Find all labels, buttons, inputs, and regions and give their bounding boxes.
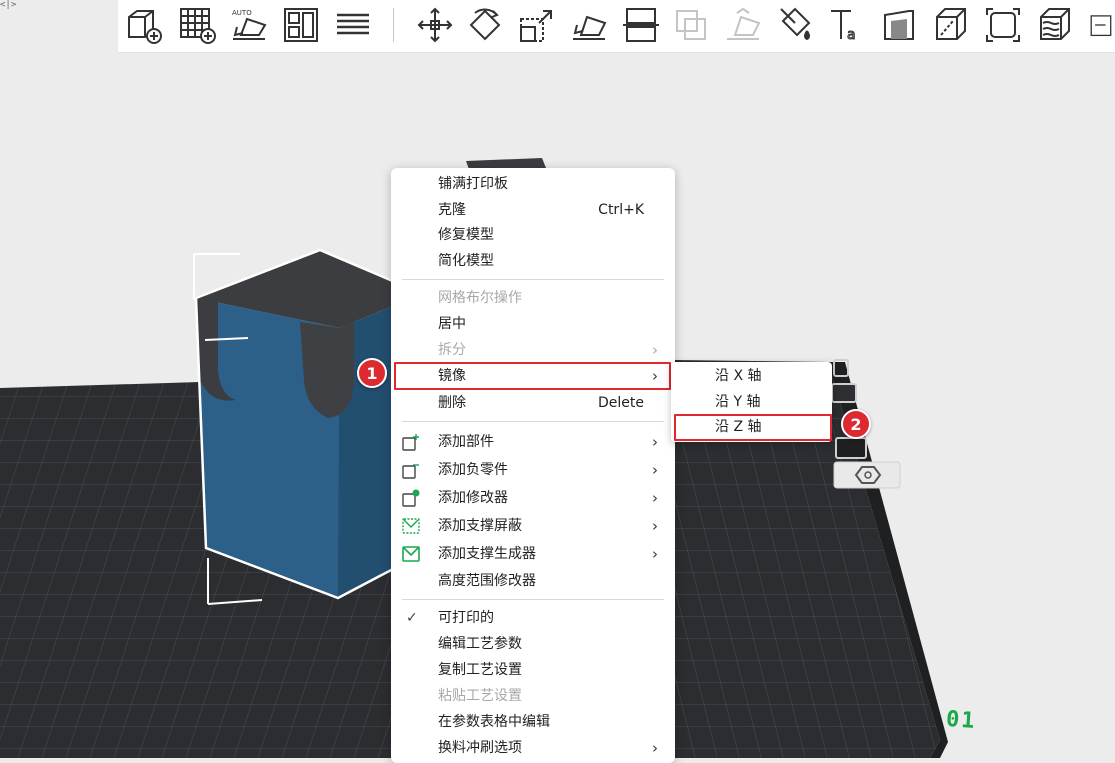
menu-item-add-modifier[interactable]: 添加修改器 › — [391, 486, 675, 510]
chevron-right-icon: › — [652, 739, 658, 757]
menu-item-printable[interactable]: ✓ 可打印的 — [391, 606, 675, 630]
menu-separator — [402, 421, 664, 422]
toolbar-divider — [393, 8, 394, 42]
auto-orient-icon[interactable]: AUTO — [228, 4, 270, 46]
boolean-icon[interactable] — [670, 4, 712, 46]
menu-item-add-support-blocker[interactable]: 添加支撑屏蔽 › — [391, 514, 675, 538]
menu-item-height-range-modifier[interactable]: 高度范围修改器 — [391, 569, 675, 593]
menu-item-label: 居中 — [438, 316, 466, 332]
check-icon: ✓ — [406, 610, 418, 626]
submenu-item-mirror-x[interactable]: 沿 X 轴 — [671, 364, 832, 389]
menu-item-label: 网格布尔操作 — [438, 290, 522, 306]
menu-item-split[interactable]: 拆分 › — [391, 338, 675, 362]
menu-item-label: 可打印的 — [438, 610, 494, 626]
add-negative-part-icon — [402, 461, 420, 479]
text-tool-icon[interactable]: a — [826, 4, 868, 46]
menu-item-label: 换料冲刷选项 — [438, 740, 522, 756]
mirror-z-highlight-box — [674, 414, 832, 441]
cut-icon[interactable] — [620, 4, 662, 46]
support-enforcer-icon — [402, 545, 420, 563]
menu-item-repair-model[interactable]: 修复模型 — [391, 223, 675, 247]
menu-item-label: 高度范围修改器 — [438, 573, 536, 589]
collapse-toggle-icon[interactable]: <|> — [0, 0, 16, 10]
add-part-icon — [402, 433, 420, 451]
menu-item-label: 粘贴工艺设置 — [438, 688, 522, 704]
menu-item-label: 添加负零件 — [438, 462, 508, 478]
menu-separator — [402, 279, 664, 280]
menu-item-add-support-enforcer[interactable]: 添加支撑生成器 › — [391, 542, 675, 566]
chevron-right-icon: › — [652, 517, 658, 535]
add-plate-icon[interactable] — [176, 4, 218, 46]
menu-item-label: 铺满打印板 — [438, 176, 508, 192]
submenu-item-label: 沿 X 轴 — [715, 368, 762, 384]
context-menu: 铺满打印板 克隆 Ctrl+K 修复模型 简化模型 网格布尔操作 居中 拆分 ›… — [391, 168, 675, 763]
variable-layer-icon[interactable] — [1034, 4, 1076, 46]
menu-item-edit-process-params[interactable]: 编辑工艺参数 — [391, 632, 675, 656]
menu-item-add-part[interactable]: 添加部件 › — [391, 430, 675, 454]
layers-list-icon[interactable] — [332, 4, 374, 46]
menu-item-center[interactable]: 居中 — [391, 312, 675, 336]
menu-item-paste-process-settings[interactable]: 粘贴工艺设置 — [391, 684, 675, 708]
add-modifier-icon — [402, 489, 420, 507]
menu-item-simplify-model[interactable]: 简化模型 — [391, 249, 675, 273]
menu-item-clone[interactable]: 克隆 Ctrl+K — [391, 198, 675, 222]
support-blocker-icon — [402, 517, 420, 535]
chevron-right-icon: › — [652, 341, 658, 359]
lay-on-face-disabled-icon[interactable] — [722, 4, 764, 46]
menu-item-label: 删除 — [438, 395, 466, 411]
measure-icon[interactable] — [878, 4, 920, 46]
menu-item-copy-process-settings[interactable]: 复制工艺设置 — [391, 658, 675, 682]
menu-item-shortcut: Delete — [598, 395, 644, 411]
menu-item-label: 简化模型 — [438, 253, 494, 269]
menu-item-flush-options[interactable]: 换料冲刷选项 › — [391, 736, 675, 760]
menu-item-label: 添加支撑生成器 — [438, 546, 536, 562]
menu-item-label: 修复模型 — [438, 227, 494, 243]
chevron-right-icon: › — [652, 545, 658, 563]
move-icon[interactable] — [414, 4, 456, 46]
submenu-item-mirror-y[interactable]: 沿 Y 轴 — [671, 390, 832, 415]
main-toolbar: AUTO a — [118, 0, 1115, 53]
menu-item-mesh-boolean[interactable]: 网格布尔操作 — [391, 286, 675, 310]
plate-number: 01 — [945, 706, 978, 735]
more-tools-icon[interactable] — [1086, 4, 1112, 46]
menu-item-label: 编辑工艺参数 — [438, 636, 522, 652]
menu-item-label: 添加部件 — [438, 434, 494, 450]
menu-item-label: 复制工艺设置 — [438, 662, 522, 678]
chevron-right-icon: › — [652, 489, 658, 507]
step-badge-2: 2 — [841, 409, 871, 439]
submenu-item-label: 沿 Y 轴 — [715, 394, 761, 410]
svg-text:AUTO: AUTO — [232, 9, 252, 17]
rotate-icon[interactable] — [464, 4, 506, 46]
menu-item-label: 克隆 — [438, 202, 466, 218]
chevron-right-icon: › — [652, 433, 658, 451]
menu-item-label: 添加支撑屏蔽 — [438, 518, 522, 534]
arrange-icon[interactable] — [280, 4, 322, 46]
menu-item-label: 添加修改器 — [438, 490, 508, 506]
step-badge-1: 1 — [357, 358, 387, 388]
svg-text:a: a — [847, 27, 856, 43]
menu-item-label: 拆分 — [438, 342, 466, 358]
menu-item-delete[interactable]: 删除 Delete — [391, 391, 675, 415]
menu-item-fill-plate[interactable]: 铺满打印板 — [391, 172, 675, 196]
add-cube-icon[interactable] — [122, 4, 164, 46]
lay-on-face-icon[interactable] — [568, 4, 610, 46]
menu-item-edit-in-param-table[interactable]: 在参数表格中编辑 — [391, 710, 675, 734]
chevron-right-icon: › — [652, 461, 658, 479]
menu-item-label: 在参数表格中编辑 — [438, 714, 550, 730]
menu-item-shortcut: Ctrl+K — [598, 202, 644, 218]
scale-icon[interactable] — [516, 4, 558, 46]
menu-item-add-negative-part[interactable]: 添加负零件 › — [391, 458, 675, 482]
mirror-highlight-box — [394, 362, 671, 390]
model-object — [194, 248, 396, 600]
menu-separator — [402, 599, 664, 600]
assembly-cube-icon[interactable] — [930, 4, 972, 46]
fillet-icon[interactable] — [982, 4, 1024, 46]
paint-bucket-icon[interactable] — [774, 4, 816, 46]
